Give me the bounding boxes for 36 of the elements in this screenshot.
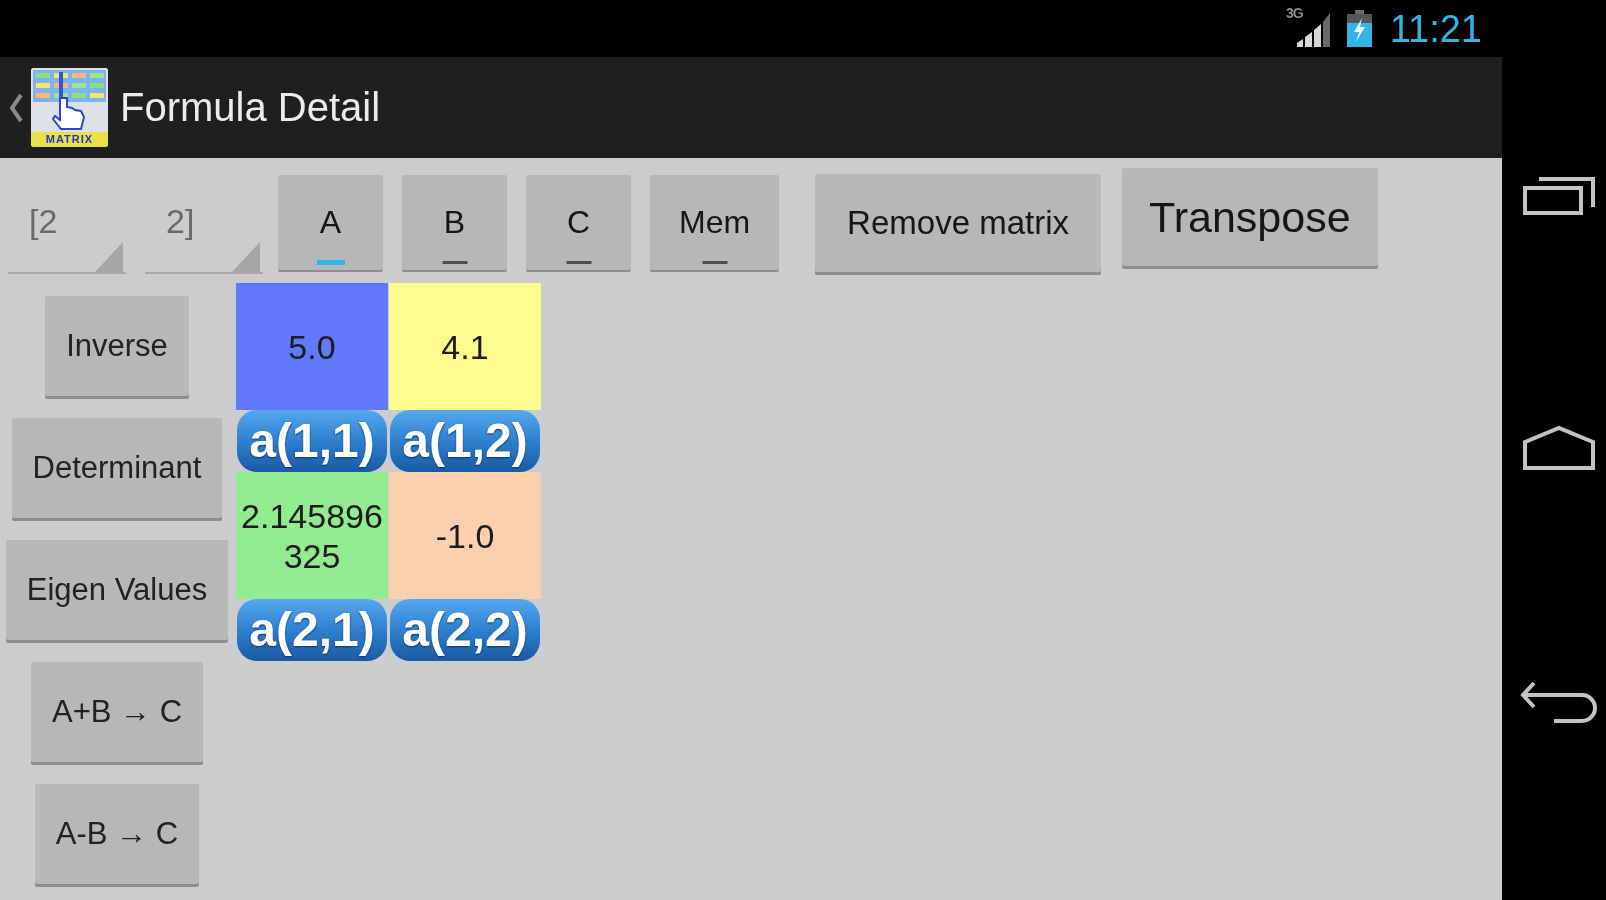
matrix-value-field[interactable]: 2.145896325: [236, 472, 388, 599]
operation-button[interactable]: Determinant: [11, 418, 223, 518]
remove-matrix-button[interactable]: Remove matrix: [815, 174, 1101, 272]
operation-button[interactable]: A-B → C: [34, 784, 200, 884]
matrix-value-field[interactable]: -1.0: [389, 472, 541, 599]
grid-hand-icon: [31, 68, 108, 132]
logo-text: MATRIX: [31, 132, 108, 147]
tab-indicator-icon: [702, 260, 728, 264]
element-index-button[interactable]: a(1,2): [390, 410, 540, 472]
tab-indicator-icon: [316, 259, 345, 265]
clock-time: 11:21: [1389, 9, 1482, 48]
matrix-value-field[interactable]: 4.1: [389, 283, 541, 410]
tab-indicator-icon: [442, 260, 467, 264]
operand-tab[interactable]: A: [278, 174, 383, 270]
matrix-value-field[interactable]: 5.0: [236, 283, 388, 410]
screen-title: Formula Detail: [120, 85, 381, 130]
network-type-label: 3G: [1286, 5, 1303, 21]
home-icon[interactable]: [1523, 425, 1595, 470]
operand-tab[interactable]: Mem: [650, 174, 780, 270]
back-icon[interactable]: [1520, 680, 1598, 724]
tab-indicator-icon: [566, 260, 591, 264]
operand-tab[interactable]: C: [526, 174, 631, 270]
back-caret-icon[interactable]: [8, 92, 24, 123]
dropdown-triangle-icon: [232, 242, 260, 272]
element-index-button[interactable]: a(2,1): [237, 599, 387, 661]
app-logo[interactable]: MATRIX: [31, 68, 108, 147]
operation-button[interactable]: Eigen Values: [5, 540, 229, 640]
dropdown-triangle-icon: [95, 242, 123, 272]
operation-button[interactable]: A+B → C: [30, 662, 204, 762]
battery-charging-icon: [1345, 10, 1373, 47]
element-index-button[interactable]: a(1,1): [237, 410, 387, 472]
transpose-button[interactable]: Transpose: [1122, 168, 1378, 266]
recent-apps-icon[interactable]: [1523, 177, 1595, 215]
operand-tab[interactable]: B: [402, 174, 507, 270]
element-index-button[interactable]: a(2,2): [390, 599, 540, 661]
operation-button[interactable]: Inverse: [45, 296, 189, 396]
